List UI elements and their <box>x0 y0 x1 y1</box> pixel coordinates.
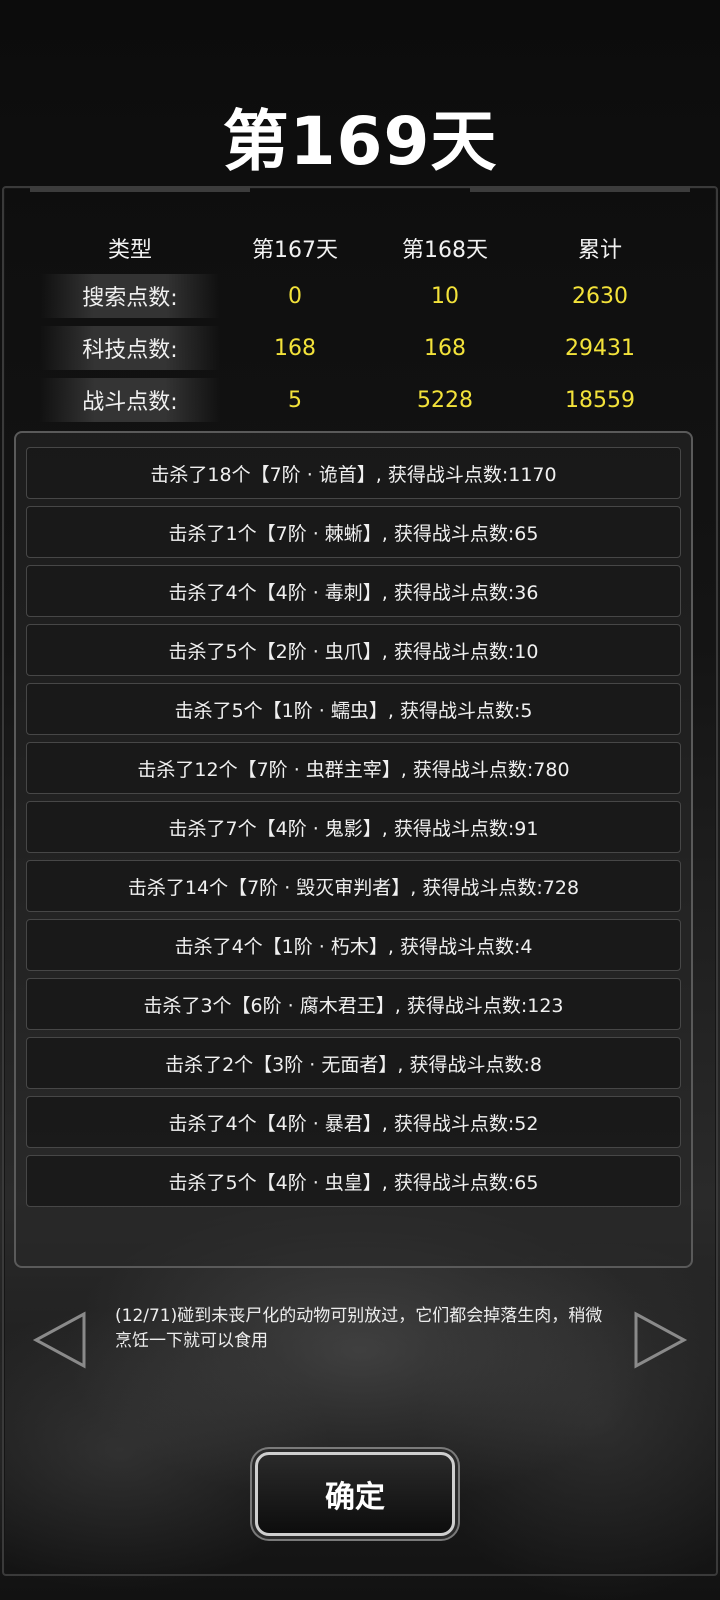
tip-text: (12/71)碰到未丧尸化的动物可别放过，它们都会掉落生肉，稍微烹饪一下就可以食… <box>115 1306 603 1351</box>
kill-log-item: 击杀了4个【4阶 · 暴君】, 获得战斗点数:52 <box>26 1096 681 1148</box>
stats-table: 类型 第167天 第168天 累计 搜索点数: 0 10 2630 科技点数: … <box>40 226 680 426</box>
kill-log-item: 击杀了5个【4阶 · 虫皇】, 获得战斗点数:65 <box>26 1155 681 1207</box>
stats-value-day168: 168 <box>424 335 466 361</box>
triangle-left-icon <box>32 1311 86 1369</box>
kill-log-text: 击杀了12个【7阶 · 虫群主宰】, 获得战斗点数:780 <box>137 758 570 781</box>
header-day167: 第167天 <box>252 238 338 263</box>
stats-row-battle: 战斗点数: 5 5228 18559 <box>40 374 680 426</box>
kill-log-item: 击杀了4个【1阶 · 朽木】, 获得战斗点数:4 <box>26 919 681 971</box>
kill-log-text: 击杀了4个【4阶 · 暴君】, 获得战斗点数:52 <box>168 1112 539 1135</box>
stats-value-total: 18559 <box>565 387 635 413</box>
kill-log-item: 击杀了2个【3阶 · 无面者】, 获得战斗点数:8 <box>26 1037 681 1089</box>
kill-log-item: 击杀了5个【1阶 · 蠕虫】, 获得战斗点数:5 <box>26 683 681 735</box>
kill-log-list[interactable]: 击杀了18个【7阶 · 诡首】, 获得战斗点数:1170 击杀了1个【7阶 · … <box>14 431 693 1268</box>
kill-log-item: 击杀了5个【2阶 · 虫爪】, 获得战斗点数:10 <box>26 624 681 676</box>
stats-row-search: 搜索点数: 0 10 2630 <box>40 270 680 322</box>
stats-value-day167: 168 <box>274 335 316 361</box>
stats-value-day168: 10 <box>431 283 459 309</box>
next-tip-button[interactable] <box>630 1310 690 1370</box>
kill-log-item: 击杀了3个【6阶 · 腐木君王】, 获得战斗点数:123 <box>26 978 681 1030</box>
kill-log-text: 击杀了4个【1阶 · 朽木】, 获得战斗点数:4 <box>174 935 533 958</box>
kill-log-item: 击杀了4个【4阶 · 毒刺】, 获得战斗点数:36 <box>26 565 681 617</box>
stats-value-total: 29431 <box>565 335 635 361</box>
kill-log-text: 击杀了18个【7阶 · 诡首】, 获得战斗点数:1170 <box>150 463 557 486</box>
kill-log-text: 击杀了2个【3阶 · 无面者】, 获得战斗点数:8 <box>165 1053 542 1076</box>
prev-tip-button[interactable] <box>30 1310 90 1370</box>
kill-log-text: 击杀了7个【4阶 · 鬼影】, 获得战斗点数:91 <box>168 817 539 840</box>
stats-label: 科技点数: <box>40 326 220 370</box>
kill-log-item: 击杀了1个【7阶 · 棘蜥】, 获得战斗点数:65 <box>26 506 681 558</box>
header-type: 类型 <box>107 238 152 263</box>
confirm-button[interactable]: 确定 <box>255 1452 455 1536</box>
stats-header-row: 类型 第167天 第168天 累计 <box>40 226 680 270</box>
kill-log-text: 击杀了14个【7阶 · 毁灭审判者】, 获得战斗点数:728 <box>127 876 580 899</box>
stats-label: 战斗点数: <box>40 378 220 422</box>
stats-row-tech: 科技点数: 168 168 29431 <box>40 322 680 374</box>
tip-area: (12/71)碰到未丧尸化的动物可别放过，它们都会掉落生肉，稍微烹饪一下就可以食… <box>0 1290 720 1400</box>
stats-label: 搜索点数: <box>40 274 220 318</box>
panel-frame-top <box>0 186 720 200</box>
stats-value-day168: 5228 <box>417 387 473 413</box>
kill-log-item: 击杀了7个【4阶 · 鬼影】, 获得战斗点数:91 <box>26 801 681 853</box>
kill-log-item: 击杀了18个【7阶 · 诡首】, 获得战斗点数:1170 <box>26 447 681 499</box>
kill-log-text: 击杀了5个【2阶 · 虫爪】, 获得战斗点数:10 <box>168 640 539 663</box>
kill-log-text: 击杀了1个【7阶 · 棘蜥】, 获得战斗点数:65 <box>168 522 539 545</box>
stats-value-day167: 0 <box>288 283 302 309</box>
triangle-right-icon <box>634 1311 688 1369</box>
stats-value-total: 2630 <box>572 283 628 309</box>
kill-log-text: 击杀了4个【4阶 · 毒刺】, 获得战斗点数:36 <box>168 581 539 604</box>
kill-log-item: 击杀了12个【7阶 · 虫群主宰】, 获得战斗点数:780 <box>26 742 681 794</box>
header-day168: 第168天 <box>402 238 488 263</box>
kill-log-item: 击杀了14个【7阶 · 毁灭审判者】, 获得战斗点数:728 <box>26 860 681 912</box>
stats-value-day167: 5 <box>288 387 302 413</box>
kill-log-text: 击杀了5个【4阶 · 虫皇】, 获得战斗点数:65 <box>168 1171 539 1194</box>
kill-log-text: 击杀了5个【1阶 · 蠕虫】, 获得战斗点数:5 <box>174 699 533 722</box>
day-title: 第169天 <box>222 103 498 180</box>
confirm-label: 确定 <box>325 1480 385 1515</box>
header-total: 累计 <box>577 238 622 263</box>
kill-log-text: 击杀了3个【6阶 · 腐木君王】, 获得战斗点数:123 <box>143 994 564 1017</box>
